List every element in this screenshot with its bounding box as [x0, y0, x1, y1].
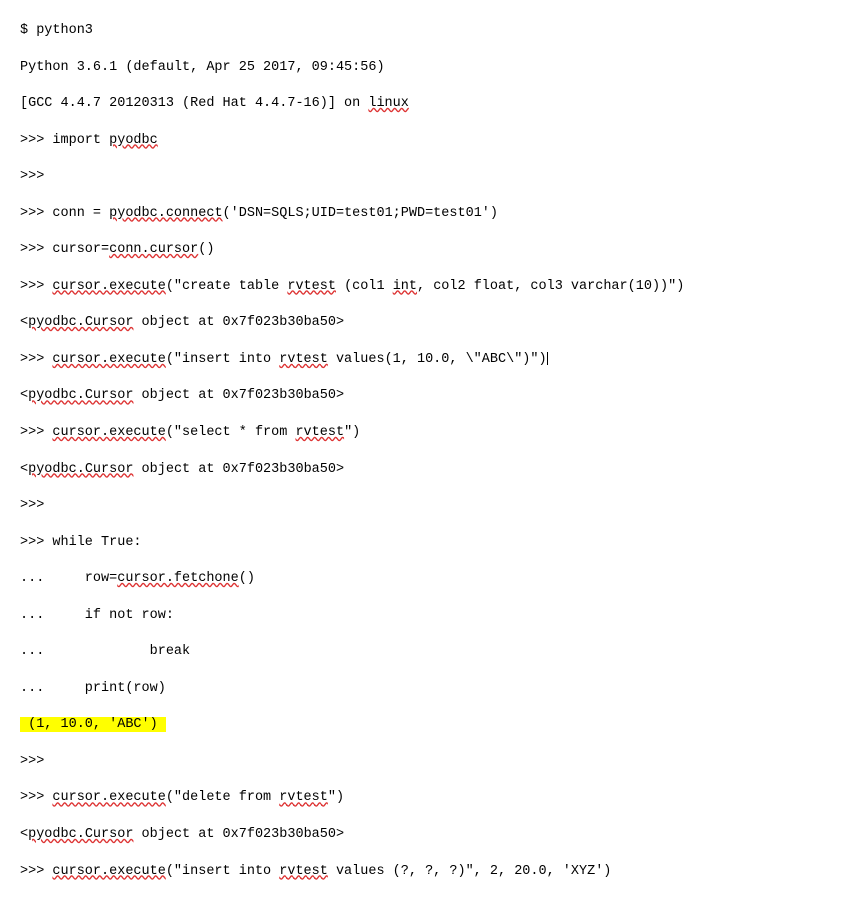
terminal-line: >>> while True:	[20, 524, 828, 561]
terminal-line: >>>	[20, 158, 828, 195]
text-segment: >>> cursor=	[20, 242, 109, 257]
terminal-line: (1, 10.0, 'ABC')	[20, 706, 828, 743]
spellcheck-underlined-text: rvtest	[279, 790, 328, 805]
text-segment: >>> import	[20, 133, 109, 148]
terminal-line: >>> conn = pyodbc.connect('DSN=SQLS;UID=…	[20, 195, 828, 232]
spellcheck-underlined-text: cursor.fetchone	[117, 571, 239, 586]
text-segment: >>>	[20, 425, 52, 440]
terminal-line: >>> cursor.execute("select * from rvtest…	[20, 414, 828, 451]
terminal-line: [GCC 4.4.7 20120313 (Red Hat 4.4.7-16)] …	[20, 85, 828, 122]
text-segment: ... if not row:	[20, 608, 174, 623]
text-segment: ('DSN=SQLS;UID=test01;PWD=test01')	[223, 206, 498, 221]
terminal-line: <pyodbc.Cursor object at 0x7f023b30ba50>	[20, 304, 828, 341]
terminal-line: >>> cursor.execute("delete from rvtest")	[20, 779, 828, 816]
text-segment: <	[20, 315, 28, 330]
terminal-line: ... print(row)	[20, 670, 828, 707]
terminal-line: >>> cursor.execute("create table rvtest …	[20, 268, 828, 305]
spellcheck-underlined-text: pyodbc.Cursor	[28, 827, 133, 842]
terminal-line: ... row=cursor.fetchone()	[20, 560, 828, 597]
spellcheck-underlined-text: int	[393, 279, 417, 294]
text-cursor	[547, 352, 549, 366]
text-segment: ... row=	[20, 571, 117, 586]
text-segment: >>>	[20, 790, 52, 805]
text-segment: >>>	[20, 169, 44, 184]
highlighted-output: (1, 10.0, 'ABC')	[20, 717, 166, 732]
spellcheck-underlined-text: conn.cursor	[109, 242, 198, 257]
spellcheck-underlined-text: cursor.execute	[52, 352, 165, 367]
text-segment: object at 0x7f023b30ba50>	[133, 315, 344, 330]
terminal-line: ... if not row:	[20, 597, 828, 634]
text-segment: ()	[239, 571, 255, 586]
text-segment: Python 3.6.1 (default, Apr 25 2017, 09:4…	[20, 60, 385, 75]
text-segment: <	[20, 388, 28, 403]
text-segment: , col2 float, col3 varchar(10))")	[417, 279, 684, 294]
spellcheck-underlined-text: rvtest	[279, 352, 328, 367]
spellcheck-underlined-text: pyodbc.connect	[109, 206, 222, 221]
text-segment: >>> while True:	[20, 535, 142, 550]
text-segment: ("create table	[166, 279, 288, 294]
terminal-line: >>> cursor=conn.cursor()	[20, 231, 828, 268]
terminal-line: >>> import pyodbc	[20, 122, 828, 159]
terminal-line: Python 3.6.1 (default, Apr 25 2017, 09:4…	[20, 49, 828, 86]
text-segment: ("select * from	[166, 425, 296, 440]
spellcheck-underlined-text: linux	[368, 96, 409, 111]
text-segment: >>>	[20, 498, 44, 513]
spellcheck-underlined-text: pyodbc	[109, 133, 158, 148]
text-segment: ("delete from	[166, 790, 279, 805]
text-segment: <	[20, 462, 28, 477]
terminal-line: >>>	[20, 487, 828, 524]
terminal-line: <pyodbc.Cursor object at 0x7f023b30ba50>	[20, 377, 828, 414]
spellcheck-underlined-text: rvtest	[295, 425, 344, 440]
text-segment: ")	[344, 425, 360, 440]
text-segment: object at 0x7f023b30ba50>	[133, 462, 344, 477]
text-segment: ()	[198, 242, 214, 257]
terminal-line: >>> cursor.execute("insert into rvtest v…	[20, 341, 828, 378]
spellcheck-underlined-text: cursor.execute	[52, 790, 165, 805]
text-segment: ")	[328, 790, 344, 805]
text-segment: >>>	[20, 754, 44, 769]
text-segment: ... break	[20, 644, 190, 659]
text-segment: (col1	[336, 279, 393, 294]
spellcheck-underlined-text: cursor.execute	[52, 864, 165, 879]
text-segment: <	[20, 827, 28, 842]
text-segment: object at 0x7f023b30ba50>	[133, 827, 344, 842]
text-segment: >>>	[20, 864, 52, 879]
text-segment: values (?, ?, ?)", 2, 20.0, 'XYZ')	[328, 864, 612, 879]
spellcheck-underlined-text: pyodbc.Cursor	[28, 388, 133, 403]
text-segment: >>>	[20, 279, 52, 294]
text-segment: [GCC 4.4.7 20120313 (Red Hat 4.4.7-16)] …	[20, 96, 368, 111]
terminal-line: $ python3	[20, 12, 828, 49]
spellcheck-underlined-text: pyodbc.Cursor	[28, 315, 133, 330]
terminal-output: $ python3 Python 3.6.1 (default, Apr 25 2…	[20, 12, 828, 889]
spellcheck-underlined-text: pyodbc.Cursor	[28, 462, 133, 477]
terminal-line: <pyodbc.Cursor object at 0x7f023b30ba50>	[20, 451, 828, 488]
text-segment: ("insert into	[166, 864, 279, 879]
text-segment: object at 0x7f023b30ba50>	[133, 388, 344, 403]
spellcheck-underlined-text: rvtest	[287, 279, 336, 294]
text-segment: >>> conn =	[20, 206, 109, 221]
terminal-line: >>>	[20, 743, 828, 780]
text-segment: ... print(row)	[20, 681, 166, 696]
spellcheck-underlined-text: cursor.execute	[52, 279, 165, 294]
spellcheck-underlined-text: cursor.execute	[52, 425, 165, 440]
spellcheck-underlined-text: rvtest	[279, 864, 328, 879]
terminal-line: ... break	[20, 633, 828, 670]
terminal-line: >>> cursor.execute("insert into rvtest v…	[20, 853, 828, 890]
text-segment: ("insert into	[166, 352, 279, 367]
terminal-line: <pyodbc.Cursor object at 0x7f023b30ba50>	[20, 816, 828, 853]
text-segment: $ python3	[20, 23, 93, 38]
text-segment: values(1, 10.0, \"ABC\")")	[328, 352, 547, 367]
text-segment: >>>	[20, 352, 52, 367]
